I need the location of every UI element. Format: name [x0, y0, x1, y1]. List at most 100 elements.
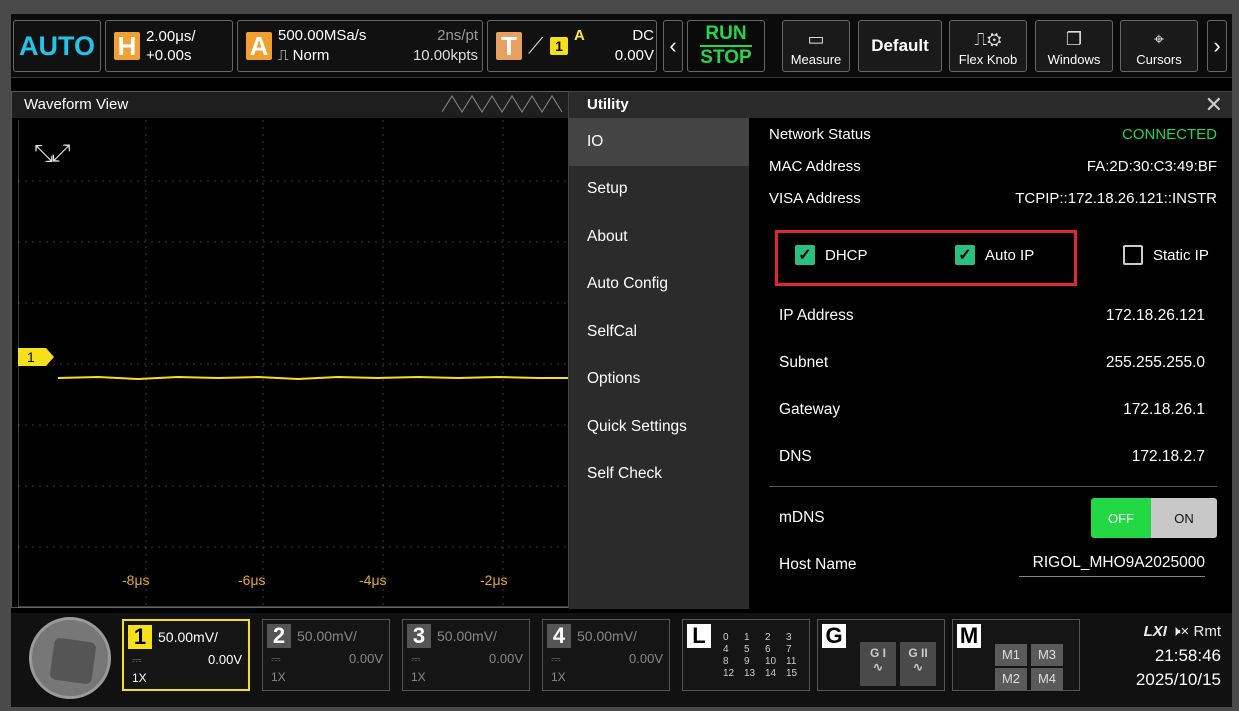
memory-depth: 10.00kpts	[412, 47, 478, 64]
horizontal-letter: H	[114, 31, 140, 61]
gateway-label: Gateway	[779, 400, 841, 418]
channel-scale: 50.00mV/	[577, 628, 637, 644]
windows-icon: ❐	[1065, 29, 1083, 49]
ip-address-value: 172.18.26.121	[1105, 306, 1205, 324]
mdns-toggle[interactable]: OFF ON	[1091, 498, 1217, 538]
waveform-grid	[18, 120, 580, 608]
chevron-left-icon[interactable]: ‹	[663, 20, 683, 72]
trigger-level: 0.00V	[614, 47, 654, 64]
dhcp-checkbox[interactable]: ✓ DHCP	[795, 245, 868, 265]
trigger-source: A	[574, 27, 585, 44]
auto-ip-label: Auto IP	[985, 246, 1035, 264]
host-name-label: Host Name	[779, 556, 857, 573]
dns-value: 172.18.2.7	[1131, 447, 1205, 465]
menu-item-quick-settings[interactable]: Quick Settings	[569, 403, 749, 451]
math-m4-button[interactable]: M4	[1031, 668, 1063, 690]
utility-menu: IO Setup About Auto Config SelfCal Optio…	[569, 118, 749, 609]
math-m1-button[interactable]: M1	[995, 644, 1027, 666]
dns-field[interactable]: DNS 172.18.2.7	[769, 433, 1217, 480]
generator-1-button[interactable]: G I ∿	[860, 642, 896, 686]
flex-knob-button[interactable]: ⎍⚙ Flex Knob	[949, 20, 1027, 72]
auto-button[interactable]: AUTO	[13, 20, 101, 72]
clock-time: 21:58:46	[1154, 646, 1221, 665]
bottom-status-bar: 1 50.00mV/ ⎓ 0.00V 1X 2 50.00mV/ ⎓ 0.00V…	[11, 613, 1232, 707]
visa-address-value: TCPIP::172.18.26.121::INSTR	[1015, 189, 1217, 207]
gateway-field[interactable]: Gateway 172.18.26.1	[769, 386, 1217, 433]
measure-button[interactable]: ▭ Measure	[782, 20, 850, 72]
dc-coupling-icon: ⎓	[551, 652, 561, 666]
menu-item-setup[interactable]: Setup	[569, 166, 749, 214]
subnet-field[interactable]: Subnet 255.255.255.0	[769, 339, 1217, 386]
sine-icon: ∿	[912, 660, 924, 674]
subnet-value: 255.255.255.0	[1105, 353, 1205, 371]
acquire-letter: A	[246, 31, 272, 61]
top-toolbar: AUTO H 2.00μs/ +0.00s A 500.00MSa/s ⎍ No…	[11, 14, 1232, 78]
mute-speaker-icon[interactable]: 🕨×	[1171, 623, 1189, 640]
run-stop-button[interactable]: RUN STOP	[687, 20, 765, 72]
waveform-view[interactable]: Waveform View ⤡⤢ 1 -8μs -6μs -4μs -2μs	[11, 91, 581, 608]
horizontal-offset: +0.00s	[146, 47, 192, 64]
menu-item-about[interactable]: About	[569, 213, 749, 261]
dc-coupling-icon: ⎓	[271, 652, 281, 666]
menu-item-self-check[interactable]: Self Check	[569, 451, 749, 499]
math-m3-button[interactable]: M3	[1031, 644, 1063, 666]
math-panel[interactable]: M M1 M3 M2 M4	[952, 619, 1080, 691]
windows-label: Windows	[1047, 52, 1101, 67]
mdns-off-option[interactable]: OFF	[1091, 498, 1151, 538]
probe-ratio: 1X	[271, 670, 286, 684]
lxi-logo[interactable]: LXI	[1144, 623, 1167, 640]
ip-address-field[interactable]: IP Address 172.18.26.121	[769, 292, 1217, 339]
network-status-value: CONNECTED	[1121, 125, 1217, 143]
generator-2-button[interactable]: G II ∿	[900, 642, 936, 686]
oscilloscope-screen: AUTO H 2.00μs/ +0.00s A 500.00MSa/s ⎍ No…	[11, 14, 1232, 707]
default-button[interactable]: Default	[858, 20, 942, 72]
trigger-panel[interactable]: T ⟋ 1 A DC 0.00V	[487, 20, 657, 72]
menu-item-options[interactable]: Options	[569, 356, 749, 404]
run-label: RUN	[705, 23, 747, 44]
logic-analyzer-panel[interactable]: L 0123 4567 8 9 10 11 12 13 14 15	[682, 619, 810, 691]
cursors-button[interactable]: ⌖ Cursors	[1120, 20, 1198, 72]
host-name-input[interactable]: RIGOL_MHO9A2025000	[1019, 554, 1205, 577]
channel-1-panel[interactable]: 1 50.00mV/ ⎓ 0.00V 1X	[122, 619, 250, 691]
math-m2-button[interactable]: M2	[995, 668, 1027, 690]
menu-item-auto-config[interactable]: Auto Config	[569, 261, 749, 309]
fullscreen-icon[interactable]: ⤡⤢	[34, 140, 70, 168]
generator-panel[interactable]: G G I ∿ G II ∿	[817, 619, 945, 691]
menu-item-io[interactable]: IO	[569, 118, 749, 166]
ip-address-label: IP Address	[779, 306, 854, 324]
divider	[769, 486, 1217, 487]
mdns-on-option[interactable]: ON	[1151, 498, 1217, 538]
utility-dialog: Utility ✕ IO Setup About Auto Config Sel…	[568, 91, 1232, 609]
default-label: Default	[871, 36, 929, 55]
device-bezel: AUTO H 2.00μs/ +0.00s A 500.00MSa/s ⎍ No…	[0, 0, 1239, 711]
channel-offset: 0.00V	[489, 651, 523, 666]
time-per-point: 2ns/pt	[437, 27, 478, 44]
ch1-level-marker[interactable]: 1	[18, 348, 58, 366]
dc-coupling-icon: ⎓	[411, 652, 421, 666]
status-area: LXI 🕨× Rmt 21:58:46 2025/10/15	[1101, 619, 1227, 701]
generator-label: G	[822, 624, 846, 648]
horizontal-panel[interactable]: H 2.00μs/ +0.00s	[105, 20, 233, 72]
menu-item-selfcal[interactable]: SelfCal	[569, 308, 749, 356]
static-ip-checkbox[interactable]: Static IP	[1123, 245, 1209, 265]
channel-3-panel[interactable]: 3 50.00mV/ ⎓ 0.00V 1X	[402, 619, 530, 691]
rigol-logo-gear-icon[interactable]	[29, 617, 111, 699]
channel-2-panel[interactable]: 2 50.00mV/ ⎓ 0.00V 1X	[262, 619, 390, 691]
channel-4-panel[interactable]: 4 50.00mV/ ⎓ 0.00V 1X	[542, 619, 670, 691]
chevron-right-icon[interactable]: ›	[1207, 20, 1227, 72]
auto-ip-checkbox[interactable]: ✓ Auto IP	[955, 245, 1034, 265]
checkmark-icon: ✓	[795, 245, 815, 265]
gateway-value: 172.18.26.1	[1123, 400, 1205, 418]
mac-address-label: MAC Address	[769, 157, 861, 175]
trigger-letter: T	[496, 31, 522, 61]
acquire-panel[interactable]: A 500.00MSa/s ⎍ Norm 2ns/pt 10.00kpts	[237, 20, 483, 72]
visa-address-label: VISA Address	[769, 189, 861, 207]
ruler-icon: ▭	[807, 29, 825, 49]
channel-offset: 0.00V	[629, 651, 663, 666]
channel-scale: 50.00mV/	[297, 628, 357, 644]
probe-ratio: 1X	[411, 670, 426, 684]
close-icon[interactable]: ✕	[1205, 92, 1223, 118]
ip-mode-options: ✓ DHCP ✓ Auto IP Static IP	[769, 230, 1217, 286]
timebase-value: 2.00μs/	[146, 28, 196, 45]
windows-button[interactable]: ❐ Windows	[1035, 20, 1113, 72]
